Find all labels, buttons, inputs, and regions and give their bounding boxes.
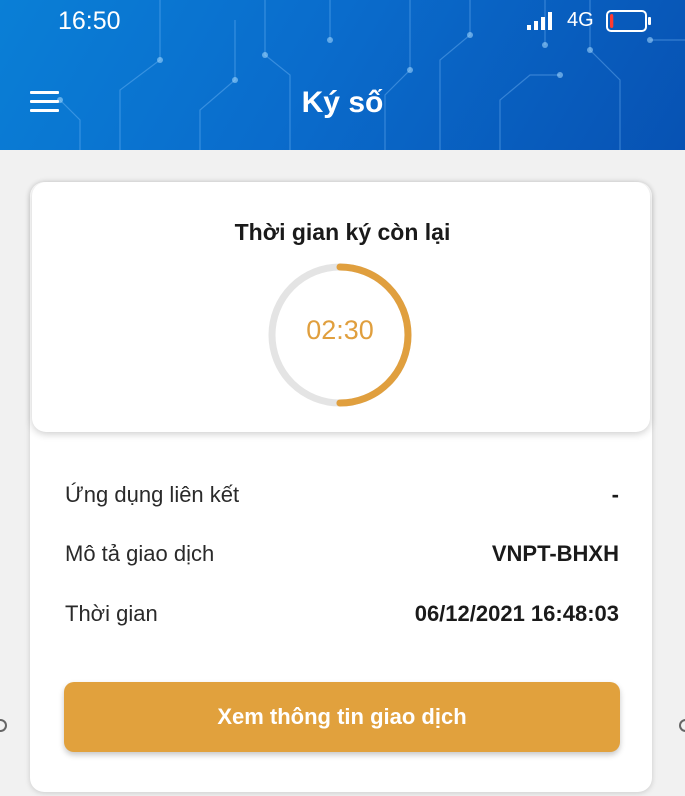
- status-time: 16:50: [58, 7, 121, 35]
- app-header: 16:50 4G Ký số: [0, 0, 685, 150]
- network-type: 4G: [567, 9, 594, 31]
- edge-indicator-right: [679, 719, 685, 732]
- detail-value-linked-app: -: [611, 482, 619, 507]
- timer-label: Thời gian ký còn lại: [234, 219, 451, 245]
- timer-value: 02:30: [306, 315, 374, 345]
- view-transaction-button[interactable]: Xem thông tin giao dịch: [64, 682, 620, 752]
- page-title: Ký số: [301, 86, 384, 119]
- status-bar: 16:50 4G: [0, 0, 685, 44]
- detail-value-transaction-description: VNPT-BHXH: [491, 541, 619, 566]
- battery-low-icon: [606, 10, 651, 32]
- detail-label-linked-app: Ứng dụng liên kết: [65, 482, 240, 507]
- signal-strength-icon: [527, 12, 552, 30]
- detail-label-transaction-description: Mô tả giao dịch: [65, 541, 215, 566]
- edge-indicator-left: [0, 719, 7, 732]
- detail-label-time: Thời gian: [65, 601, 158, 626]
- detail-value-time: 06/12/2021 16:48:03: [414, 601, 619, 626]
